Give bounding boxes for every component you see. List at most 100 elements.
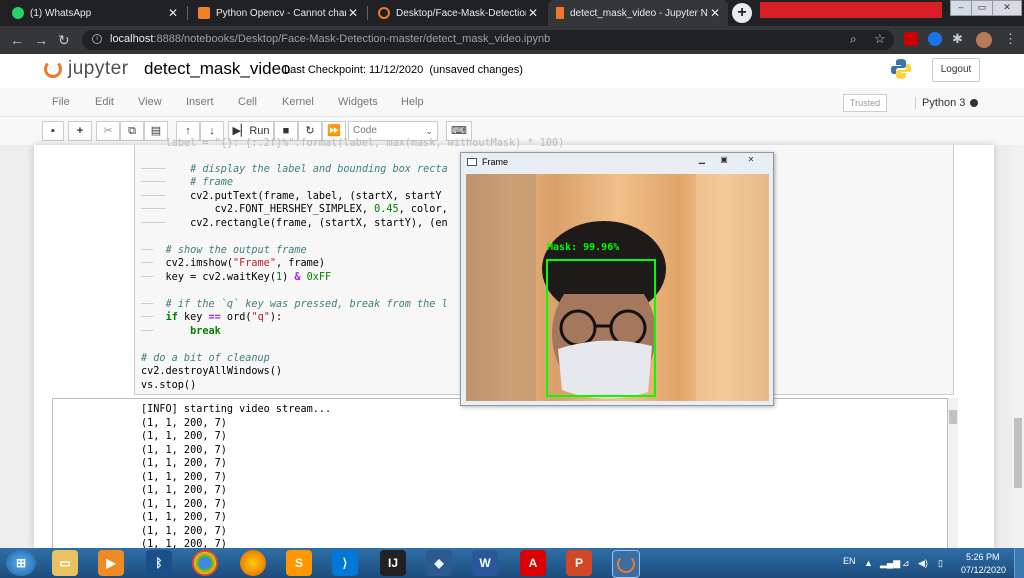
clock-time[interactable]: 5:26 PM — [966, 552, 1000, 562]
bluetooth-icon[interactable]: ᛒ — [146, 550, 172, 576]
code-line: ──── cv2.FONT_HERSHEY_SIMPLEX, 0.45, col… — [141, 204, 448, 215]
webcam-frame-image — [466, 174, 769, 401]
kernel-name[interactable]: Python 3 — [915, 97, 965, 109]
puzzle-icon[interactable]: ✱ — [952, 32, 966, 46]
python-logo-icon — [891, 59, 911, 79]
code-line: ── break — [141, 326, 221, 337]
tray-chevron-icon[interactable]: ▲ — [864, 558, 873, 568]
jupyter-taskbar-icon[interactable] — [612, 550, 640, 578]
logout-button[interactable]: Logout — [932, 58, 980, 82]
url-host: localhost — [110, 33, 154, 45]
menu-widgets[interactable]: Widgets — [338, 96, 378, 108]
window-titlebar-accent — [760, 2, 942, 18]
code-line: ──── cv2.rectangle(frame, (startX, start… — [141, 218, 448, 229]
extension-icon[interactable] — [904, 32, 918, 46]
bookmark-star-icon[interactable]: ☆ — [874, 31, 886, 47]
menu-file[interactable]: File — [52, 96, 70, 108]
network-icon[interactable]: ⊿ — [902, 558, 910, 569]
tab-title: Desktop/Face-Mask-Detection-m — [396, 7, 526, 19]
info-icon[interactable]: i — [92, 34, 102, 44]
tab-title: Python Opencv - Cannot change — [216, 7, 346, 19]
chrome-icon[interactable] — [192, 550, 218, 576]
close-icon[interactable]: ✕ — [526, 6, 540, 20]
tab-stackoverflow[interactable]: Python Opencv - Cannot change ✕ — [190, 0, 366, 26]
mask-prediction-label: Mask: 99.96% — [547, 242, 620, 253]
page-scrollbar-thumb[interactable] — [1014, 418, 1022, 488]
acrobat-icon[interactable]: A — [520, 550, 546, 576]
close-icon[interactable]: ✕ — [708, 6, 722, 20]
output-line: (1, 1, 200, 7) — [141, 526, 227, 537]
tab-whatsapp[interactable]: (1) WhatsApp ✕ — [4, 0, 186, 26]
code-line: ── # show the output frame — [141, 245, 307, 256]
close-window-button[interactable]: ✕ — [740, 155, 762, 166]
media-player-icon[interactable]: ▶ — [98, 550, 124, 576]
reload-icon[interactable]: ↻ — [58, 33, 70, 47]
new-tab-button[interactable]: + — [732, 3, 752, 23]
code-line: vs.stop() — [141, 380, 197, 391]
tab-separator — [367, 6, 368, 20]
menu-edit[interactable]: Edit — [95, 96, 114, 108]
menu-cell[interactable]: Cell — [238, 96, 257, 108]
maximize-button[interactable]: ▭ — [971, 0, 993, 16]
code-line: ── # if the `q` key was pressed, break f… — [141, 299, 448, 310]
stackoverflow-icon — [198, 7, 210, 19]
vscode-icon[interactable]: ⟩ — [332, 550, 358, 576]
menu-view[interactable]: View — [138, 96, 162, 108]
output-line: (1, 1, 200, 7) — [141, 445, 227, 456]
network-signal-icon[interactable]: ▂▄▆ — [880, 558, 900, 569]
start-button[interactable]: ⊞ — [6, 550, 36, 576]
clock-date[interactable]: 07/12/2020 — [961, 565, 1006, 575]
volume-icon[interactable]: ◀) — [918, 558, 928, 569]
run-icon: ▶▏ — [232, 125, 250, 137]
powerpoint-icon[interactable]: P — [566, 550, 592, 576]
insert-cell-button[interactable]: + — [68, 121, 92, 141]
trusted-indicator[interactable]: Trusted — [843, 94, 887, 112]
save-icon[interactable]: ▪ — [42, 121, 64, 141]
tab-separator — [187, 6, 188, 20]
intellij-icon[interactable]: IJ — [380, 550, 406, 576]
close-icon[interactable]: ✕ — [166, 6, 180, 20]
word-icon[interactable]: W — [472, 550, 498, 576]
minimize-button[interactable]: ‒ — [950, 0, 972, 16]
menu-help[interactable]: Help — [401, 96, 424, 108]
minimize-button[interactable]: ▁ — [692, 155, 712, 166]
firefox-icon[interactable] — [240, 550, 266, 576]
zoom-icon[interactable]: ⌕ — [850, 32, 857, 47]
url-path: :8888/notebooks/Desktop/Face-Mask-Detect… — [153, 33, 551, 45]
close-window-button[interactable]: ✕ — [992, 0, 1022, 16]
code-line: ── cv2.imshow("Frame", frame) — [141, 258, 326, 269]
cell-type-value: Code — [353, 125, 377, 136]
output-scrollbar-thumb[interactable] — [949, 410, 957, 424]
output-line: (1, 1, 200, 7) — [141, 499, 227, 510]
back-arrow-icon[interactable]: ← — [10, 33, 24, 47]
file-explorer-icon[interactable]: ▭ — [52, 550, 78, 576]
extension-gear-icon[interactable] — [928, 32, 942, 46]
notebook-name[interactable]: detect_mask_video — [144, 59, 290, 79]
whatsapp-icon — [12, 7, 24, 19]
output-line: [INFO] starting video stream... — [141, 404, 332, 415]
output-line: (1, 1, 200, 7) — [141, 539, 227, 548]
save-status: (unsaved changes) — [429, 64, 523, 76]
cut-icon[interactable]: ✂ — [96, 121, 120, 141]
close-icon[interactable]: ✕ — [346, 6, 360, 20]
virtualbox-icon[interactable]: ◈ — [426, 550, 452, 576]
output-line: (1, 1, 200, 7) — [141, 485, 227, 496]
show-desktop-button[interactable] — [1014, 548, 1024, 578]
menu-kebab-icon[interactable]: ⋮ — [1004, 31, 1017, 47]
tab-detect-mask-video[interactable]: detect_mask_video - Jupyter Not ✕ — [548, 0, 728, 26]
menu-kernel[interactable]: Kernel — [282, 96, 314, 108]
menu-insert[interactable]: Insert — [186, 96, 214, 108]
avatar[interactable] — [976, 32, 992, 48]
tab-jupyter-tree[interactable]: Desktop/Face-Mask-Detection-m ✕ — [370, 0, 546, 26]
url-text[interactable]: localhost:8888/notebooks/Desktop/Face-Ma… — [110, 33, 550, 45]
code-line: ── if key == ord("q"): — [141, 312, 283, 323]
jupyter-logo-text[interactable]: jupyter — [68, 58, 129, 80]
code-line: ──── cv2.putText(frame, label, (startX, … — [141, 191, 442, 202]
sublime-text-icon[interactable]: S — [286, 550, 312, 576]
jupyter-logo-icon[interactable] — [44, 60, 62, 78]
battery-icon[interactable]: ▯ — [938, 558, 943, 569]
output-line: (1, 1, 200, 7) — [141, 418, 227, 429]
maximize-button[interactable]: ▣ — [714, 155, 734, 166]
language-indicator[interactable]: EN — [843, 556, 856, 566]
forward-arrow-icon[interactable]: → — [34, 33, 48, 47]
